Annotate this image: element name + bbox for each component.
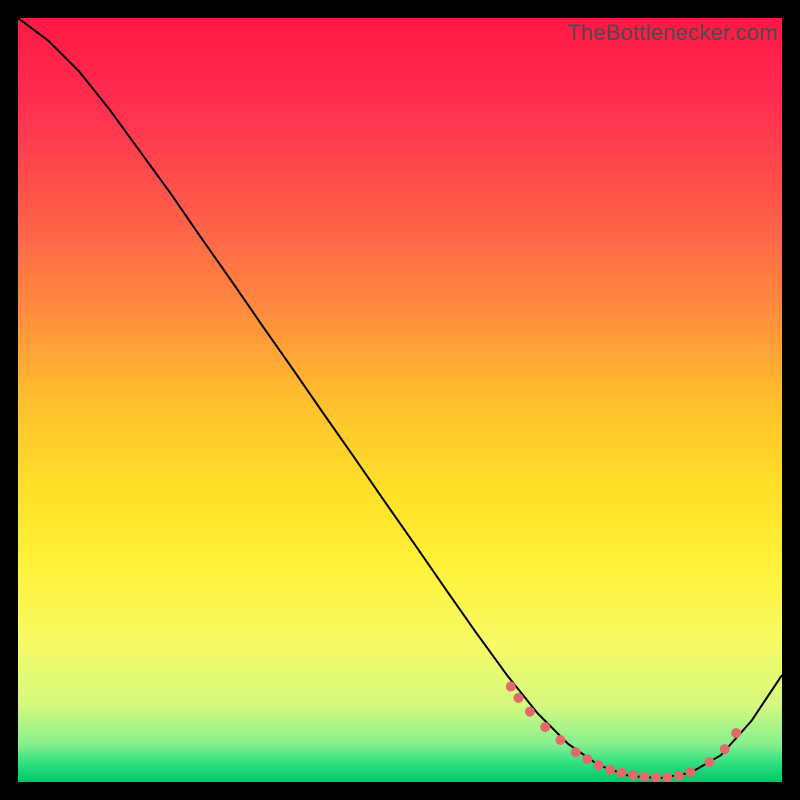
marker-dot — [525, 707, 535, 717]
marker-dot — [594, 760, 604, 770]
marker-dot — [651, 772, 661, 782]
marker-dot — [704, 757, 714, 767]
marker-dot — [555, 735, 565, 745]
marker-dot — [506, 682, 516, 692]
marker-dot — [685, 767, 695, 777]
marker-dot — [628, 770, 638, 780]
marker-dot — [605, 765, 615, 775]
marker-dot — [540, 722, 550, 732]
marker-dot — [639, 772, 649, 782]
chart-background — [18, 18, 782, 782]
marker-dot — [662, 772, 672, 782]
chart-frame: TheBottlenecker.com — [18, 18, 782, 782]
marker-dot — [731, 728, 741, 738]
marker-dot — [571, 747, 581, 757]
marker-dot — [674, 771, 684, 781]
marker-dot — [720, 744, 730, 754]
marker-dot — [582, 754, 592, 764]
marker-dot — [513, 693, 523, 703]
chart-svg — [18, 18, 782, 782]
marker-dot — [617, 768, 627, 778]
